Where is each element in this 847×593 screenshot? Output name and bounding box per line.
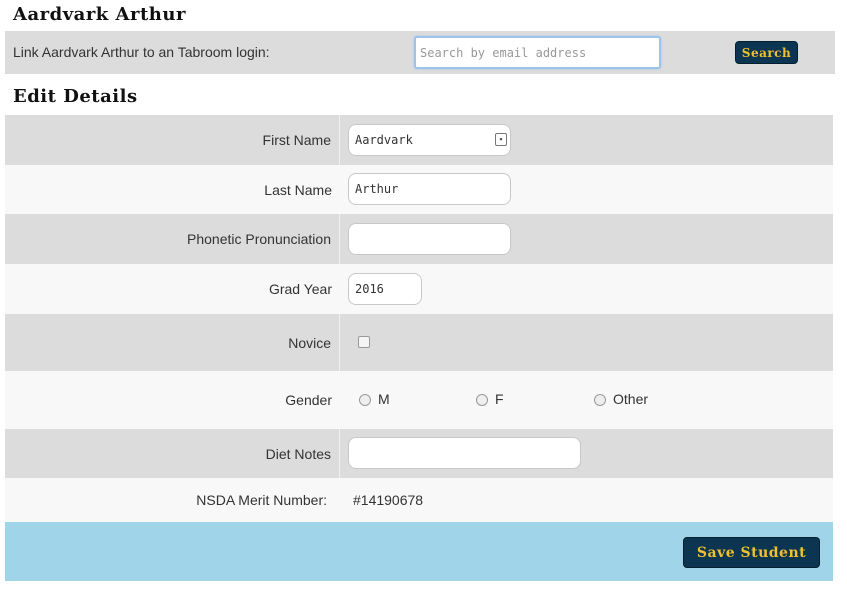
- link-login-bar: Link Aardvark Arthur to an Tabroom login…: [5, 31, 835, 74]
- phonetic-label: Phonetic Pronunciation: [5, 214, 340, 264]
- grad-year-label: Grad Year: [268, 281, 332, 297]
- first-name-label: First Name: [5, 115, 340, 165]
- novice-checkbox[interactable]: [358, 336, 370, 348]
- gender-option-f-label: F: [495, 391, 504, 407]
- last-name-field[interactable]: [348, 173, 511, 205]
- phonetic-row: Phonetic Pronunciation: [5, 214, 833, 264]
- merit-number-value: #14190678: [353, 492, 424, 508]
- grad-year-field[interactable]: [348, 273, 422, 305]
- novice-label: Novice: [5, 314, 340, 371]
- novice-row: Novice: [5, 314, 833, 371]
- gender-row: Gender M F Other: [5, 371, 833, 429]
- diet-notes-field[interactable]: [348, 437, 581, 469]
- section-title: Edit Details: [13, 86, 138, 107]
- diet-notes-row: Diet Notes: [5, 429, 833, 478]
- search-button[interactable]: Search: [735, 41, 798, 64]
- gender-option-m-label: M: [378, 391, 390, 407]
- contact-card-icon[interactable]: ▪: [495, 133, 507, 146]
- gender-radio-other[interactable]: [594, 394, 606, 406]
- first-name-row: First Name ▪: [5, 115, 833, 165]
- link-login-label: Link Aardvark Arthur to an Tabroom login…: [13, 44, 270, 60]
- merit-row: NSDA Merit Number: #14190678: [5, 478, 833, 522]
- first-name-field[interactable]: [348, 124, 511, 156]
- last-name-row: Last Name: [5, 165, 833, 214]
- phonetic-field[interactable]: [348, 223, 511, 255]
- save-student-button[interactable]: Save Student: [683, 537, 820, 568]
- gender-radio-m[interactable]: [359, 394, 371, 406]
- page-title: Aardvark Arthur: [13, 4, 186, 25]
- gender-label: Gender: [285, 392, 332, 408]
- diet-notes-label: Diet Notes: [5, 429, 340, 478]
- merit-label: NSDA Merit Number:: [196, 492, 327, 508]
- form-footer: Save Student: [5, 522, 833, 581]
- gender-radio-f[interactable]: [476, 394, 488, 406]
- last-name-label: Last Name: [264, 181, 332, 198]
- email-search-input[interactable]: [414, 36, 661, 69]
- gender-option-other-label: Other: [613, 391, 649, 407]
- grad-year-row: Grad Year: [5, 264, 833, 314]
